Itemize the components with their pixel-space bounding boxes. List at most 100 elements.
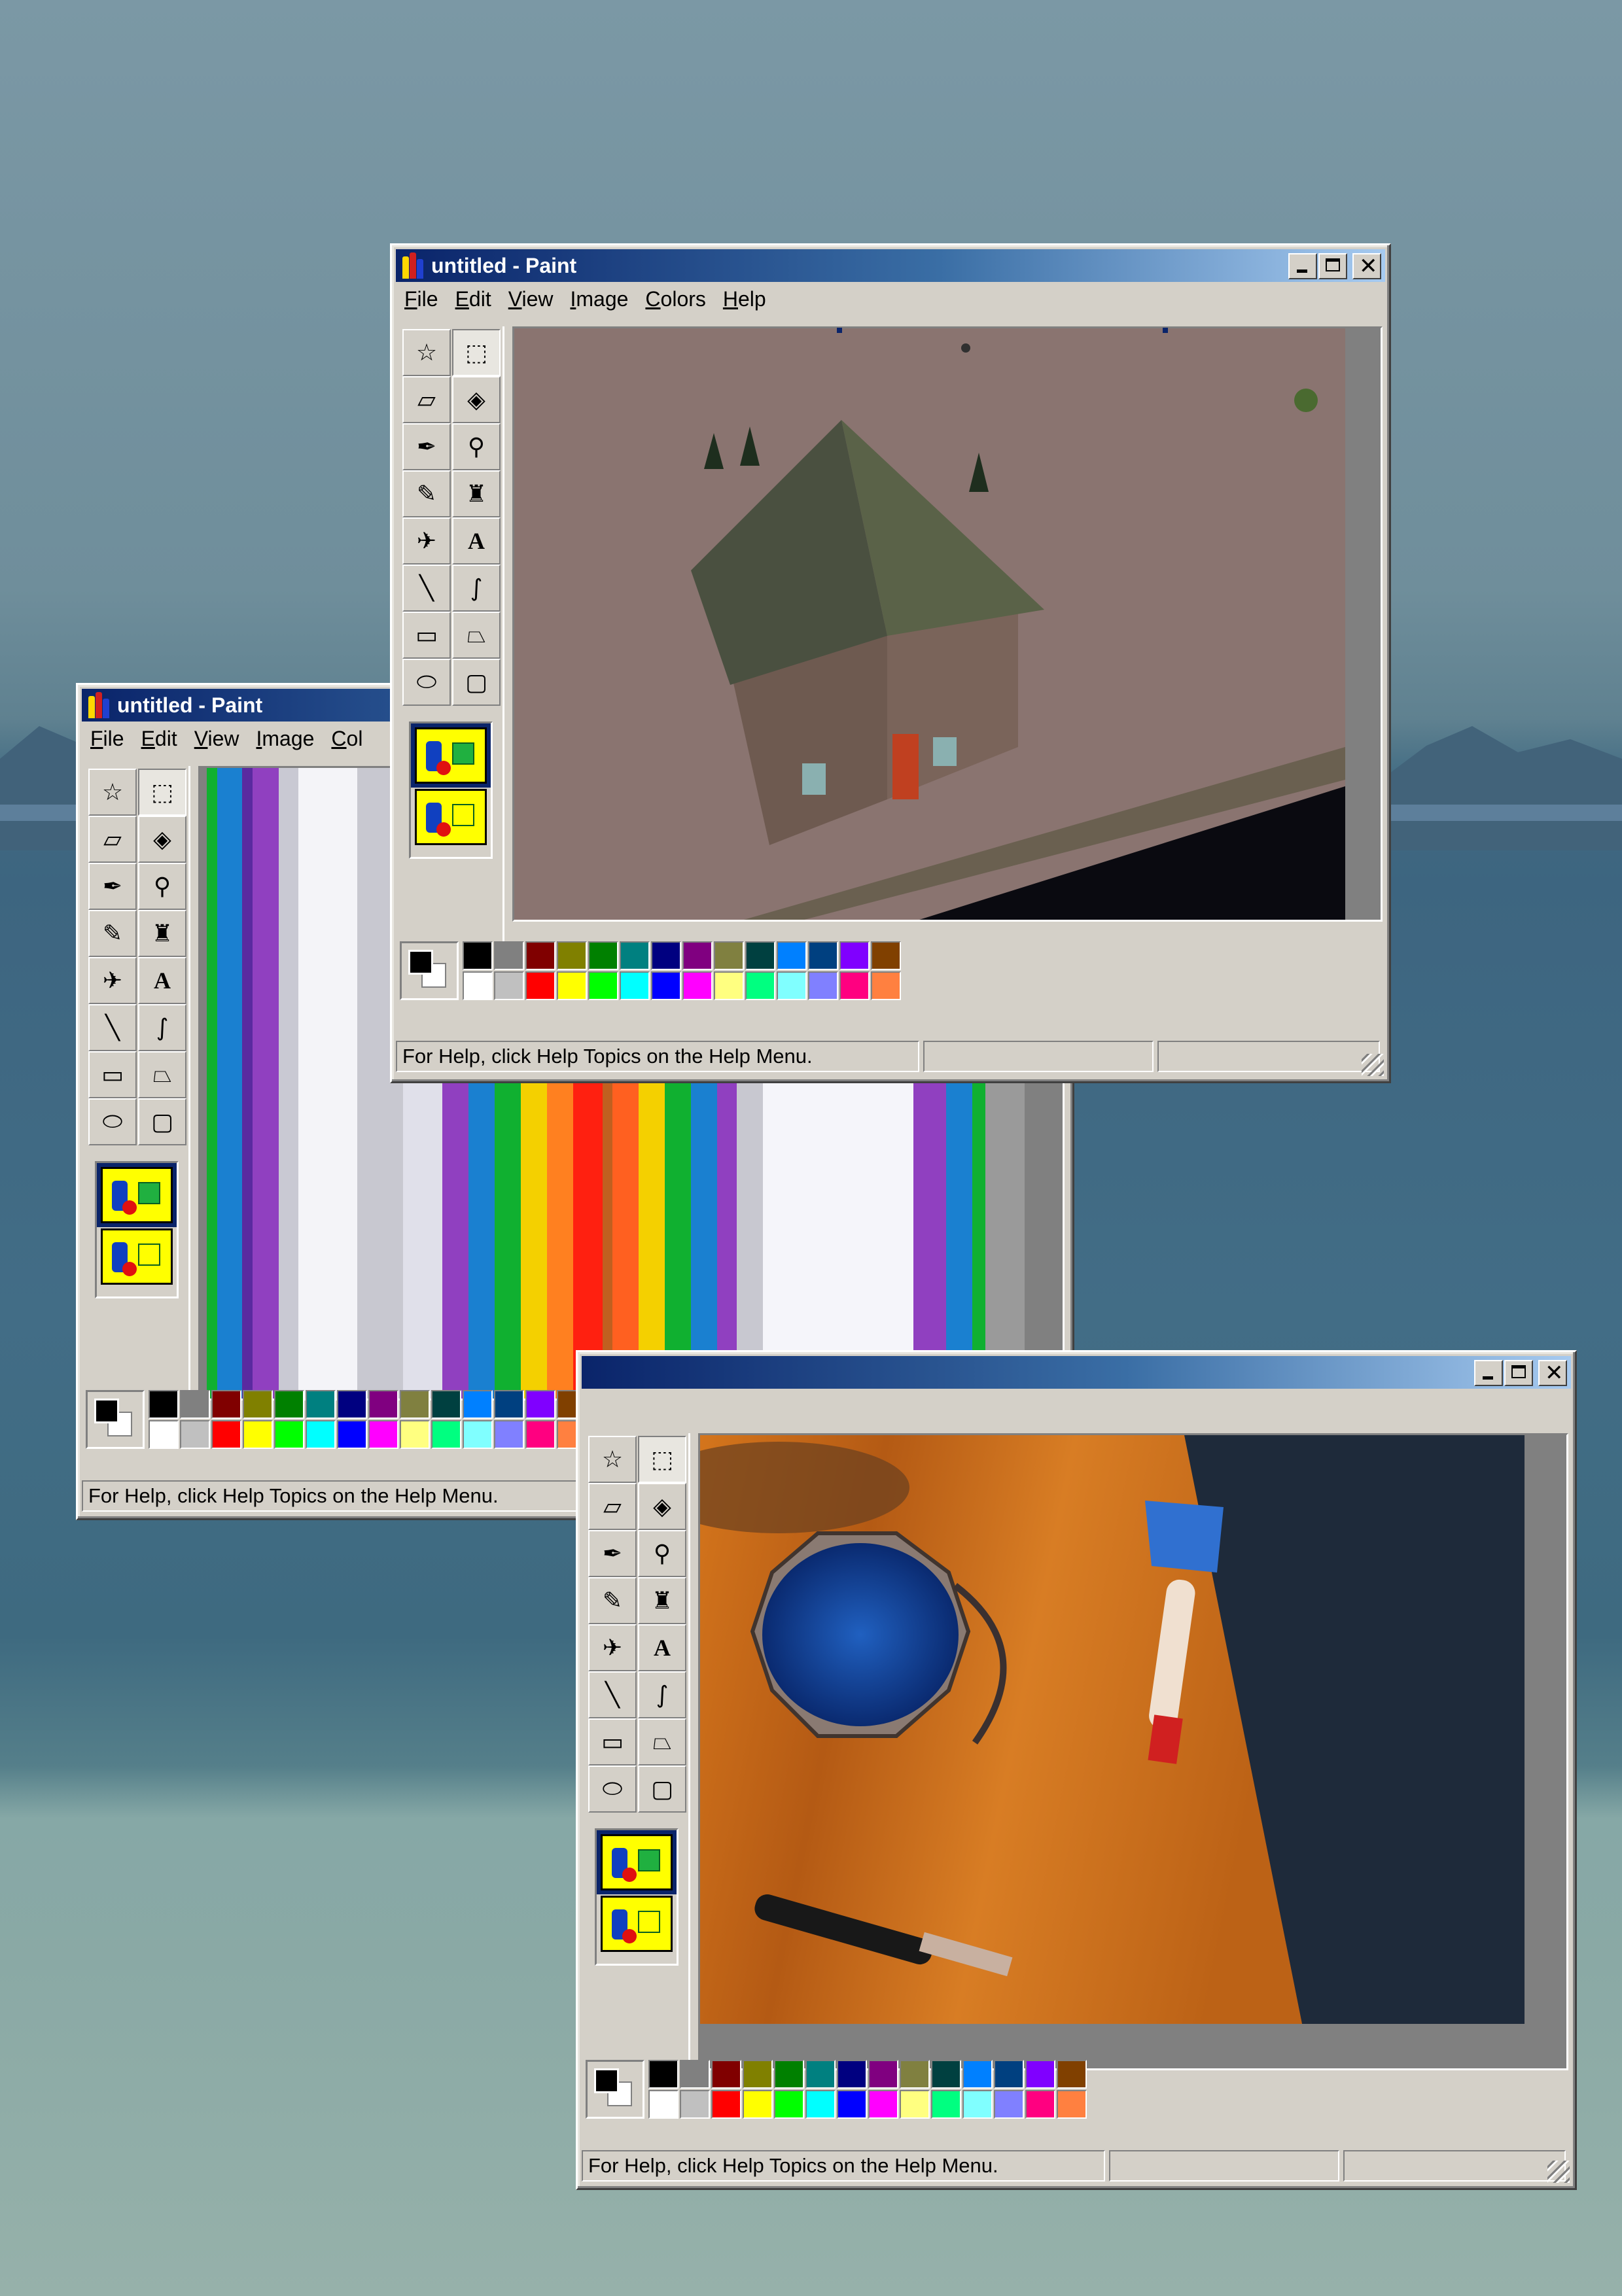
color-swatch[interactable] [494, 971, 524, 1000]
color-swatch[interactable] [620, 941, 650, 970]
color-swatch[interactable] [714, 941, 744, 970]
ellipse-tool[interactable]: ⬭ [88, 1098, 137, 1145]
line-tool[interactable]: ╲ [588, 1671, 637, 1718]
color-swatch[interactable] [494, 1420, 524, 1449]
menu-edit[interactable]: Edit [133, 727, 186, 751]
opaque-option[interactable] [411, 723, 491, 788]
rect-select-tool[interactable]: ⬚ [638, 1436, 686, 1483]
menu-file[interactable]: File [396, 287, 447, 311]
canvas-area[interactable] [512, 326, 1383, 922]
ellipse-tool[interactable]: ⬭ [402, 659, 451, 706]
color-swatch[interactable] [211, 1390, 241, 1419]
color-swatch[interactable] [777, 971, 807, 1000]
color-swatch[interactable] [525, 1420, 555, 1449]
canvas-resize-handle-mid[interactable] [837, 328, 842, 333]
color-swatch[interactable] [149, 1390, 179, 1419]
maximize-button[interactable] [1504, 1360, 1533, 1386]
opaque-option[interactable] [97, 1163, 177, 1227]
rectangle-tool[interactable]: ▭ [88, 1051, 137, 1098]
color-swatch[interactable] [994, 2060, 1024, 2089]
eraser-tool[interactable]: ▱ [588, 1483, 637, 1530]
line-tool[interactable]: ╲ [402, 565, 451, 612]
pencil-tool[interactable]: ✎ [588, 1577, 637, 1624]
airbrush-tool[interactable]: ✈ [88, 957, 137, 1004]
color-swatch[interactable] [494, 941, 524, 970]
color-swatch[interactable] [620, 971, 650, 1000]
maximize-button[interactable] [1318, 253, 1347, 279]
rounded-rect-tool[interactable]: ▢ [638, 1765, 686, 1813]
brush-tool[interactable]: ♜ [452, 470, 501, 517]
close-button[interactable]: ✕ [1352, 253, 1381, 279]
transparent-option[interactable] [601, 1896, 673, 1952]
minimize-button[interactable] [1288, 253, 1317, 279]
color-swatch[interactable] [743, 2090, 773, 2119]
text-tool[interactable]: A [138, 957, 186, 1004]
ellipse-tool[interactable]: ⬭ [588, 1765, 637, 1813]
color-swatch[interactable] [337, 1420, 367, 1449]
menu-edit[interactable]: Edit [447, 287, 500, 311]
polygon-tool[interactable]: ⏢ [638, 1718, 686, 1765]
color-swatch[interactable] [463, 941, 493, 970]
color-swatch[interactable] [711, 2090, 741, 2119]
color-swatch[interactable] [525, 1390, 555, 1419]
color-swatch[interactable] [680, 2060, 710, 2089]
color-swatch[interactable] [337, 1390, 367, 1419]
curve-tool[interactable]: ∫ [452, 565, 501, 612]
airbrush-tool[interactable]: ✈ [402, 517, 451, 565]
rounded-rect-tool[interactable]: ▢ [452, 659, 501, 706]
color-swatch[interactable] [400, 1390, 430, 1419]
fill-bucket-tool[interactable]: ◈ [452, 376, 501, 423]
curve-tool[interactable]: ∫ [638, 1671, 686, 1718]
color-swatch[interactable] [931, 2060, 961, 2089]
color-swatch[interactable] [871, 971, 901, 1000]
menu-view[interactable]: View [186, 727, 248, 751]
color-swatch[interactable] [306, 1390, 336, 1419]
resize-grip[interactable] [1362, 1054, 1384, 1076]
color-swatch[interactable] [1025, 2060, 1055, 2089]
color-swatch[interactable] [431, 1420, 461, 1449]
color-swatch[interactable] [962, 2060, 993, 2089]
free-select-tool[interactable]: ☆ [402, 329, 451, 376]
current-colors[interactable] [400, 941, 459, 1000]
color-swatch[interactable] [1025, 2090, 1055, 2119]
magnifier-tool[interactable]: ⚲ [638, 1530, 686, 1577]
color-swatch[interactable] [211, 1420, 241, 1449]
color-swatch[interactable] [743, 2060, 773, 2089]
color-swatch[interactable] [400, 1420, 430, 1449]
color-swatch[interactable] [680, 2090, 710, 2119]
rounded-rect-tool[interactable]: ▢ [138, 1098, 186, 1145]
color-swatch[interactable] [682, 971, 713, 1000]
fill-bucket-tool[interactable]: ◈ [638, 1483, 686, 1530]
color-swatch[interactable] [711, 2060, 741, 2089]
color-swatch[interactable] [306, 1420, 336, 1449]
color-swatch[interactable] [648, 2090, 679, 2119]
line-tool[interactable]: ╲ [88, 1004, 137, 1051]
color-swatch[interactable] [808, 941, 838, 970]
color-swatch[interactable] [180, 1420, 210, 1449]
color-swatch[interactable] [557, 941, 587, 970]
close-button[interactable]: ✕ [1538, 1360, 1567, 1386]
current-colors[interactable] [86, 1390, 145, 1449]
color-swatch[interactable] [243, 1420, 273, 1449]
canvas-image-house[interactable] [514, 328, 1345, 922]
color-swatch[interactable] [805, 2090, 836, 2119]
menu-image[interactable]: Image [561, 287, 637, 311]
color-swatch[interactable] [588, 971, 618, 1000]
color-picker-tool[interactable]: ✒ [402, 423, 451, 470]
color-swatch[interactable] [931, 2090, 961, 2119]
color-swatch[interactable] [714, 971, 744, 1000]
text-tool[interactable]: A [452, 517, 501, 565]
color-swatch[interactable] [243, 1390, 273, 1419]
color-swatch[interactable] [777, 941, 807, 970]
polygon-tool[interactable]: ⏢ [138, 1051, 186, 1098]
free-select-tool[interactable]: ☆ [588, 1436, 637, 1483]
color-swatch[interactable] [1057, 2090, 1087, 2119]
color-swatch[interactable] [871, 941, 901, 970]
rect-select-tool[interactable]: ⬚ [138, 769, 186, 816]
color-swatch[interactable] [1057, 2060, 1087, 2089]
color-swatch[interactable] [868, 2060, 898, 2089]
magnifier-tool[interactable]: ⚲ [452, 423, 501, 470]
color-swatch[interactable] [588, 941, 618, 970]
canvas-area[interactable] [698, 1433, 1568, 2070]
color-swatch[interactable] [274, 1390, 304, 1419]
